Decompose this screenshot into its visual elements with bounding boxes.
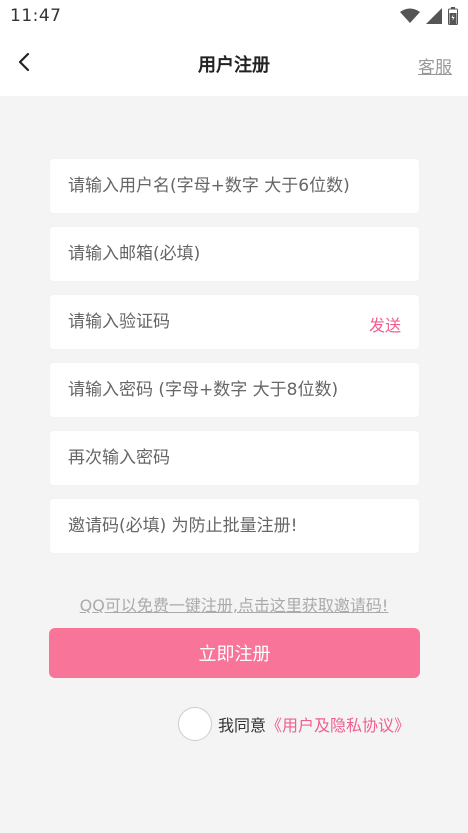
signal-icon	[426, 8, 442, 24]
wifi-icon	[400, 8, 420, 24]
status-time: 11:47	[10, 6, 62, 26]
send-code-button[interactable]: 发送	[369, 312, 401, 336]
battery-icon	[448, 7, 458, 25]
password-input[interactable]	[50, 363, 419, 417]
header: 用户注册 客服	[0, 32, 468, 96]
confirm-password-input[interactable]	[50, 431, 419, 485]
code-field-container: 发送	[50, 295, 419, 349]
status-icons	[400, 6, 458, 26]
invite-code-field-container	[50, 499, 419, 553]
invite-code-input[interactable]	[50, 499, 419, 553]
customer-service-link[interactable]: 客服	[418, 53, 452, 78]
agreement-row: 我同意 《用户及隐私协议》	[178, 707, 410, 741]
agreement-checkbox[interactable]	[178, 707, 212, 741]
privacy-policy-link[interactable]: 《用户及隐私协议》	[266, 712, 410, 736]
password-field-container	[50, 363, 419, 417]
page-title: 用户注册	[198, 55, 270, 76]
email-input[interactable]	[50, 227, 419, 281]
username-input[interactable]	[50, 159, 419, 213]
email-field-container	[50, 227, 419, 281]
verification-code-input[interactable]	[50, 295, 419, 349]
register-button[interactable]: 立即注册	[49, 628, 420, 678]
confirm-password-field-container	[50, 431, 419, 485]
qq-invite-hint-link[interactable]: QQ可以免费一键注册,点击这里获取邀请码!	[0, 592, 468, 616]
status-bar: 11:47	[0, 0, 468, 32]
agreement-prefix: 我同意	[218, 716, 267, 735]
register-form: 发送	[50, 159, 419, 567]
username-field-container	[50, 159, 419, 213]
